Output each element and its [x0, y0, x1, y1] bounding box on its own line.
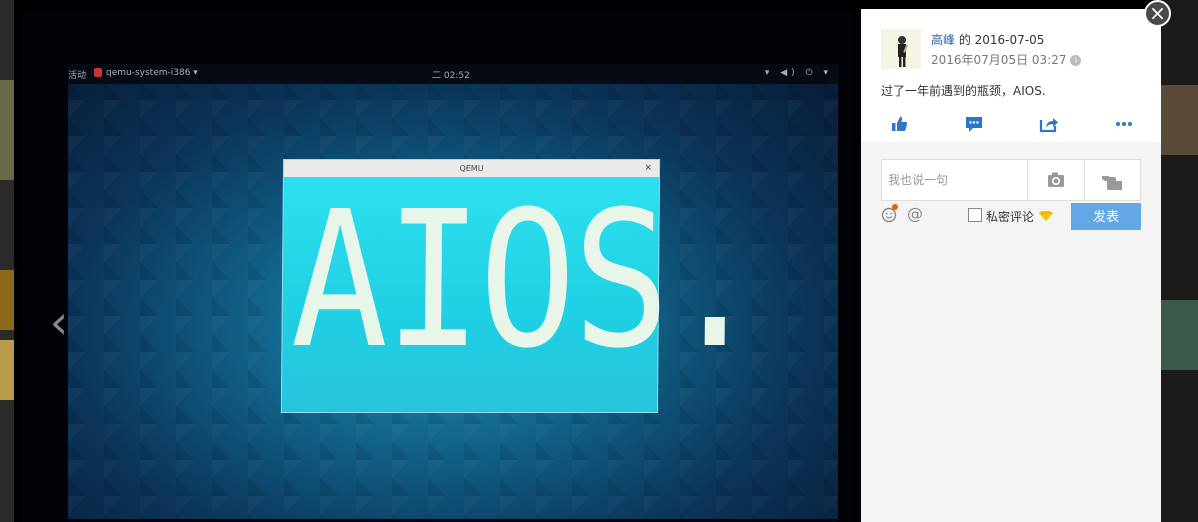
background-page-left — [0, 0, 14, 522]
vip-diamond-icon — [1039, 211, 1053, 221]
private-comment-label: 私密评论 — [986, 210, 1035, 224]
comment-tools: @ 私密评论 发表 — [881, 203, 1141, 233]
emoji-button[interactable] — [881, 204, 898, 223]
photo-activities-label: 活动 — [68, 71, 87, 81]
photo-qemu-app-icon — [94, 68, 102, 77]
prev-photo-button[interactable]: ‹ — [44, 297, 74, 347]
more-button[interactable] — [1113, 113, 1135, 135]
photo-qemu-window: QEMU × AIOS. — [280, 159, 762, 413]
notification-dot — [892, 204, 898, 210]
post-actions — [861, 113, 1161, 135]
post-card: 高峰 的 2016-07-05 2016年07月05日 03:27 i 过了一年前… — [861, 9, 1161, 142]
comment-icon — [966, 117, 982, 132]
author-line: 高峰 的 2016-07-05 — [931, 31, 1044, 48]
side-panel: 高峰 的 2016-07-05 2016年07月05日 03:27 i 过了一年前… — [861, 9, 1161, 522]
avatar[interactable] — [881, 29, 921, 69]
photo: 活动 qemu-system-i386 ▾ 二 02:52 ▾ ◀) ⏻ ▾ Q… — [68, 64, 838, 519]
avatar-person-icon — [881, 29, 921, 69]
close-viewer-button[interactable]: × — [1144, 0, 1171, 27]
submit-comment-button[interactable]: 发表 — [1071, 203, 1141, 230]
photo-gnome-top-bar: 活动 qemu-system-i386 ▾ 二 02:52 ▾ ◀) ⏻ ▾ — [68, 64, 838, 84]
photo-clock: 二 02:52 — [432, 71, 470, 81]
like-icon — [892, 116, 908, 131]
share-icon — [1039, 118, 1058, 133]
share-button[interactable] — [1038, 113, 1060, 135]
comment-input[interactable] — [882, 160, 1038, 200]
camera-icon — [1048, 172, 1064, 187]
photo-app-menu-label: qemu-system-i386 ▾ — [106, 68, 198, 78]
photo-system-icons: ▾ ◀) ⏻ ▾ — [764, 68, 832, 78]
timestamp-text: 2016年07月05日 03:27 — [931, 53, 1067, 67]
photo-aios-text: AIOS. — [290, 171, 762, 390]
more-icon — [1116, 122, 1132, 126]
post-timestamp: 2016年07月05日 03:27 i — [931, 51, 1082, 68]
comment-button[interactable] — [963, 113, 985, 135]
post-text: 过了一年前遇到的瓶颈，AIOS. — [881, 84, 1046, 98]
photo-viewer: 活动 qemu-system-i386 ▾ 二 02:52 ▾ ◀) ⏻ ▾ Q… — [23, 12, 853, 522]
photo-qemu-screen: AIOS. — [281, 171, 762, 412]
author-suffix: 的 2016-07-05 — [955, 33, 1045, 47]
pointing-hand-icon — [1102, 176, 1122, 190]
private-comment-checkbox[interactable] — [968, 208, 982, 222]
info-icon[interactable]: i — [1070, 55, 1082, 66]
mention-at-icon[interactable]: @ — [907, 204, 923, 223]
comment-box — [881, 159, 1141, 201]
like-button[interactable] — [889, 113, 911, 135]
background-page-right — [1161, 0, 1198, 522]
author-name-link[interactable]: 高峰 — [931, 33, 955, 47]
next-photo-button[interactable]: › — [845, 297, 853, 347]
poke-button[interactable] — [1085, 160, 1140, 200]
photo-upload-button[interactable] — [1028, 160, 1084, 200]
